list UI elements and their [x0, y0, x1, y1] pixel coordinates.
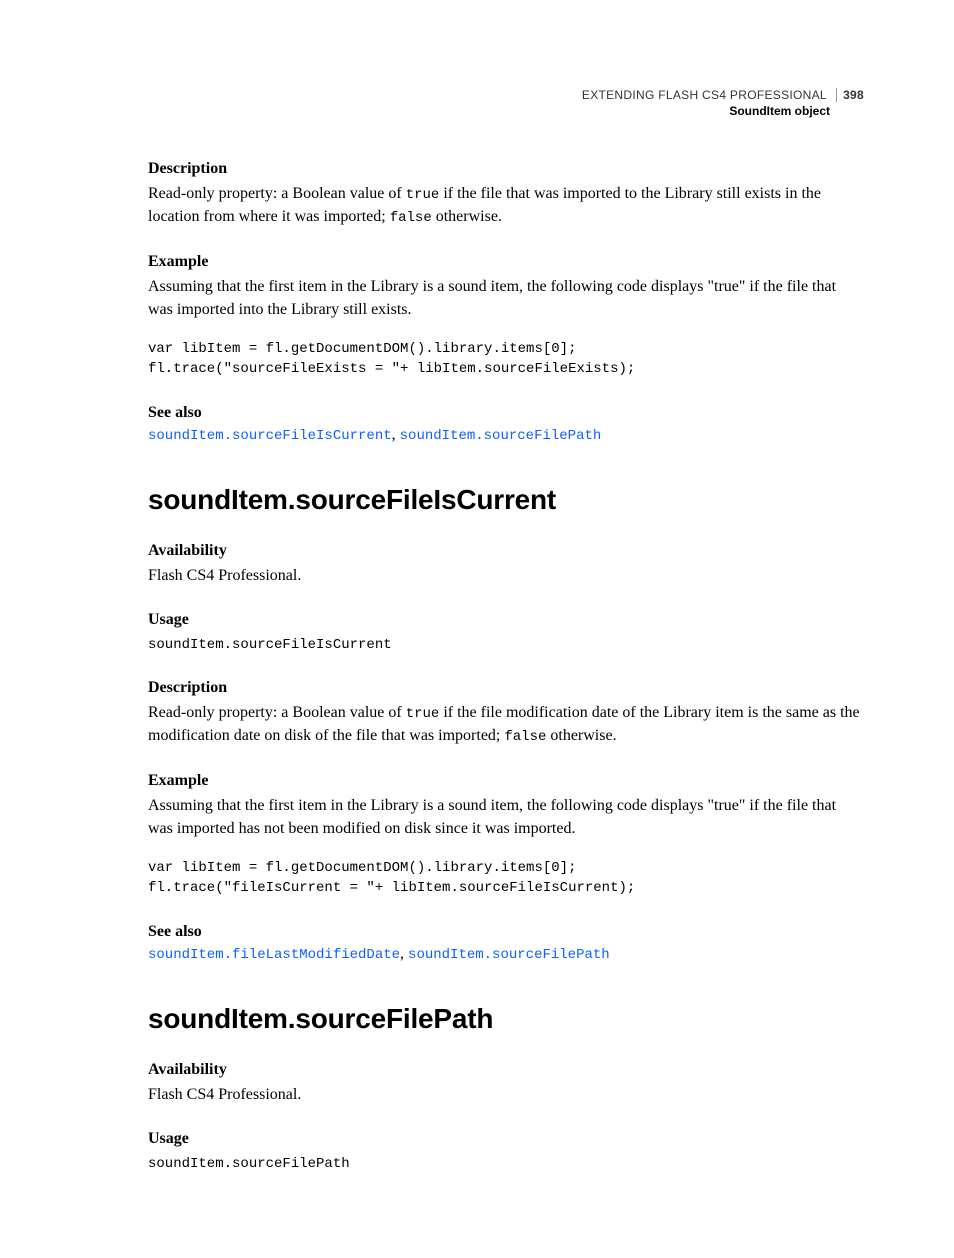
- availability-text: Flash CS4 Professional.: [148, 564, 864, 587]
- heading-sourcefilepath: soundItem.sourceFilePath: [148, 1003, 864, 1035]
- desc-frag: Read-only property: a Boolean value of: [148, 704, 406, 721]
- link-sourcefilepath[interactable]: soundItem.sourceFilePath: [408, 947, 610, 963]
- content: Description Read-only property: a Boolea…: [148, 88, 864, 1174]
- availability-heading: Availability: [148, 542, 864, 560]
- usage-code: soundItem.sourceFileIsCurrent: [148, 635, 864, 655]
- section-name: SoundItem object: [582, 104, 864, 120]
- availability-block: Availability Flash CS4 Professional.: [148, 1061, 864, 1106]
- doc-title: EXTENDING FLASH CS4 PROFESSIONAL: [582, 88, 827, 102]
- usage-block: Usage soundItem.sourceFilePath: [148, 1130, 864, 1174]
- link-filelastmodifieddate[interactable]: soundItem.fileLastModifiedDate: [148, 947, 400, 963]
- description-heading: Description: [148, 160, 864, 178]
- availability-text: Flash CS4 Professional.: [148, 1083, 864, 1106]
- code-block: var libItem = fl.getDocumentDOM().librar…: [148, 858, 864, 899]
- availability-block: Availability Flash CS4 Professional.: [148, 542, 864, 587]
- seealso-block: See also soundItem.sourceFileIsCurrent, …: [148, 404, 864, 444]
- description-text: Read-only property: a Boolean value of t…: [148, 701, 864, 748]
- page-number: 398: [836, 88, 864, 102]
- example-text: Assuming that the first item in the Libr…: [148, 794, 864, 840]
- usage-heading: Usage: [148, 1130, 864, 1148]
- code-false: false: [504, 729, 546, 745]
- example-heading: Example: [148, 772, 864, 790]
- description-heading: Description: [148, 679, 864, 697]
- usage-code: soundItem.sourceFilePath: [148, 1154, 864, 1174]
- separator: ,: [392, 426, 400, 443]
- code-true: true: [406, 187, 440, 203]
- link-sourcefilepath[interactable]: soundItem.sourceFilePath: [400, 428, 602, 444]
- example-heading: Example: [148, 253, 864, 271]
- seealso-heading: See also: [148, 923, 864, 941]
- seealso-block: See also soundItem.fileLastModifiedDate,…: [148, 923, 864, 963]
- availability-heading: Availability: [148, 1061, 864, 1079]
- code-true: true: [406, 706, 440, 722]
- separator: ,: [400, 945, 408, 962]
- desc-frag: otherwise.: [546, 727, 616, 744]
- seealso-heading: See also: [148, 404, 864, 422]
- description-block: Description Read-only property: a Boolea…: [148, 160, 864, 229]
- example-block: Example Assuming that the first item in …: [148, 253, 864, 380]
- desc-frag: Read-only property: a Boolean value of: [148, 185, 406, 202]
- code-false: false: [390, 210, 432, 226]
- link-sourcefileiscurrent[interactable]: soundItem.sourceFileIsCurrent: [148, 428, 392, 444]
- usage-heading: Usage: [148, 611, 864, 629]
- code-block: var libItem = fl.getDocumentDOM().librar…: [148, 339, 864, 380]
- example-text: Assuming that the first item in the Libr…: [148, 275, 864, 321]
- doc-title-line: EXTENDING FLASH CS4 PROFESSIONAL 398: [582, 88, 864, 104]
- description-text: Read-only property: a Boolean value of t…: [148, 182, 864, 229]
- heading-sourcefileiscurrent: soundItem.sourceFileIsCurrent: [148, 484, 864, 516]
- running-header: EXTENDING FLASH CS4 PROFESSIONAL 398 Sou…: [582, 88, 864, 119]
- description-block: Description Read-only property: a Boolea…: [148, 679, 864, 748]
- seealso-links: soundItem.sourceFileIsCurrent, soundItem…: [148, 426, 864, 444]
- usage-block: Usage soundItem.sourceFileIsCurrent: [148, 611, 864, 655]
- page: EXTENDING FLASH CS4 PROFESSIONAL 398 Sou…: [0, 0, 954, 1258]
- seealso-links: soundItem.fileLastModifiedDate, soundIte…: [148, 945, 864, 963]
- desc-frag: otherwise.: [432, 208, 502, 225]
- example-block: Example Assuming that the first item in …: [148, 772, 864, 899]
